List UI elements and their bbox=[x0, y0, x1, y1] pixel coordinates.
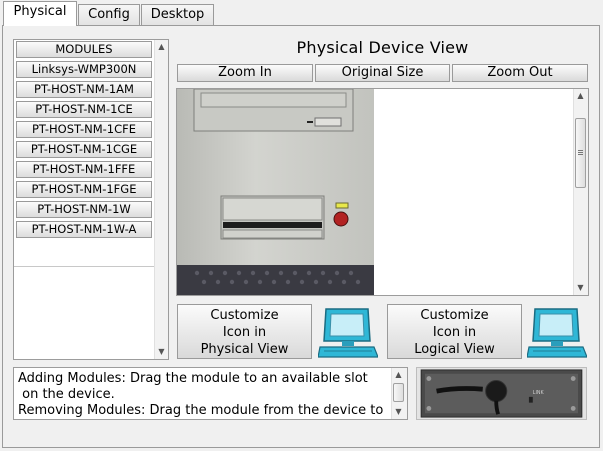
device-view-canvas: ▲ ▼ bbox=[176, 88, 589, 296]
help-line: on the device. bbox=[18, 387, 115, 402]
button-label-line: Icon in bbox=[222, 325, 267, 340]
scroll-down-arrow-icon[interactable]: ▼ bbox=[574, 281, 587, 295]
module-item[interactable]: PT-HOST-NM-1W bbox=[16, 201, 152, 218]
help-line: Adding Modules: Drag the module to an av… bbox=[18, 371, 368, 386]
tab-bar: Physical Config Desktop bbox=[0, 0, 603, 26]
button-label-line: Customize bbox=[210, 308, 279, 323]
scroll-up-arrow-icon[interactable]: ▲ bbox=[155, 40, 168, 54]
module-item[interactable]: PT-HOST-NM-1CGE bbox=[16, 141, 152, 158]
button-label-line: Logical View bbox=[414, 342, 495, 357]
zoom-out-button[interactable]: Zoom Out bbox=[452, 64, 588, 82]
module-item[interactable]: Linksys-WMP300N bbox=[16, 61, 152, 78]
module-item[interactable]: PT-HOST-NM-1AM bbox=[16, 81, 152, 98]
link-label: LINK bbox=[533, 390, 545, 396]
tab-desktop[interactable]: Desktop bbox=[141, 4, 214, 25]
module-preview-image: LINK bbox=[420, 369, 583, 418]
pc-case-image[interactable] bbox=[177, 89, 374, 295]
module-item[interactable]: PT-HOST-NM-1CE bbox=[16, 101, 152, 118]
help-text: Adding Modules: Drag the module to an av… bbox=[18, 371, 390, 419]
modules-header-button[interactable]: MODULES bbox=[16, 41, 152, 58]
button-label-line: Customize bbox=[420, 308, 489, 323]
list-divider bbox=[14, 266, 155, 267]
original-size-button[interactable]: Original Size bbox=[315, 64, 450, 82]
scrollbar-thumb[interactable] bbox=[575, 118, 586, 188]
scroll-up-arrow-icon[interactable]: ▲ bbox=[574, 89, 587, 103]
tab-config[interactable]: Config bbox=[78, 4, 140, 25]
button-label-line: Icon in bbox=[432, 325, 477, 340]
device-view-scrollbar[interactable]: ▲ ▼ bbox=[573, 89, 588, 295]
tab-physical[interactable]: Physical bbox=[3, 1, 77, 26]
help-text-box[interactable]: Adding Modules: Drag the module to an av… bbox=[13, 367, 408, 420]
physical-device-view-title: Physical Device View bbox=[296, 38, 469, 57]
scroll-down-arrow-icon[interactable]: ▼ bbox=[392, 405, 405, 419]
pc-monitor-icon bbox=[318, 308, 378, 358]
help-scrollbar[interactable]: ▲ ▼ bbox=[391, 368, 407, 419]
module-item[interactable]: PT-HOST-NM-1FFE bbox=[16, 161, 152, 178]
scrollbar-thumb[interactable] bbox=[393, 383, 404, 402]
module-item[interactable]: PT-HOST-NM-1FGE bbox=[16, 181, 152, 198]
modules-scrollbar[interactable]: ▲ ▼ bbox=[154, 40, 168, 359]
customize-icon-logical-view-button[interactable]: Customize Icon in Logical View bbox=[387, 304, 522, 359]
scroll-down-arrow-icon[interactable]: ▼ bbox=[155, 345, 168, 359]
zoom-in-button[interactable]: Zoom In bbox=[177, 64, 313, 82]
scroll-up-arrow-icon[interactable]: ▲ bbox=[392, 368, 405, 382]
module-preview-panel: LINK bbox=[416, 367, 587, 420]
help-line: Removing Modules: Drag the module from t… bbox=[18, 403, 384, 418]
module-item[interactable]: PT-HOST-NM-1CFE bbox=[16, 121, 152, 138]
modules-list: MODULES Linksys-WMP300N PT-HOST-NM-1AM P… bbox=[13, 39, 169, 360]
button-label-line: Physical View bbox=[200, 342, 289, 357]
pc-monitor-icon bbox=[527, 308, 587, 358]
modules-list-items: MODULES Linksys-WMP300N PT-HOST-NM-1AM P… bbox=[14, 40, 155, 359]
customize-icon-physical-view-button[interactable]: Customize Icon in Physical View bbox=[177, 304, 312, 359]
module-item[interactable]: PT-HOST-NM-1W-A bbox=[16, 221, 152, 238]
